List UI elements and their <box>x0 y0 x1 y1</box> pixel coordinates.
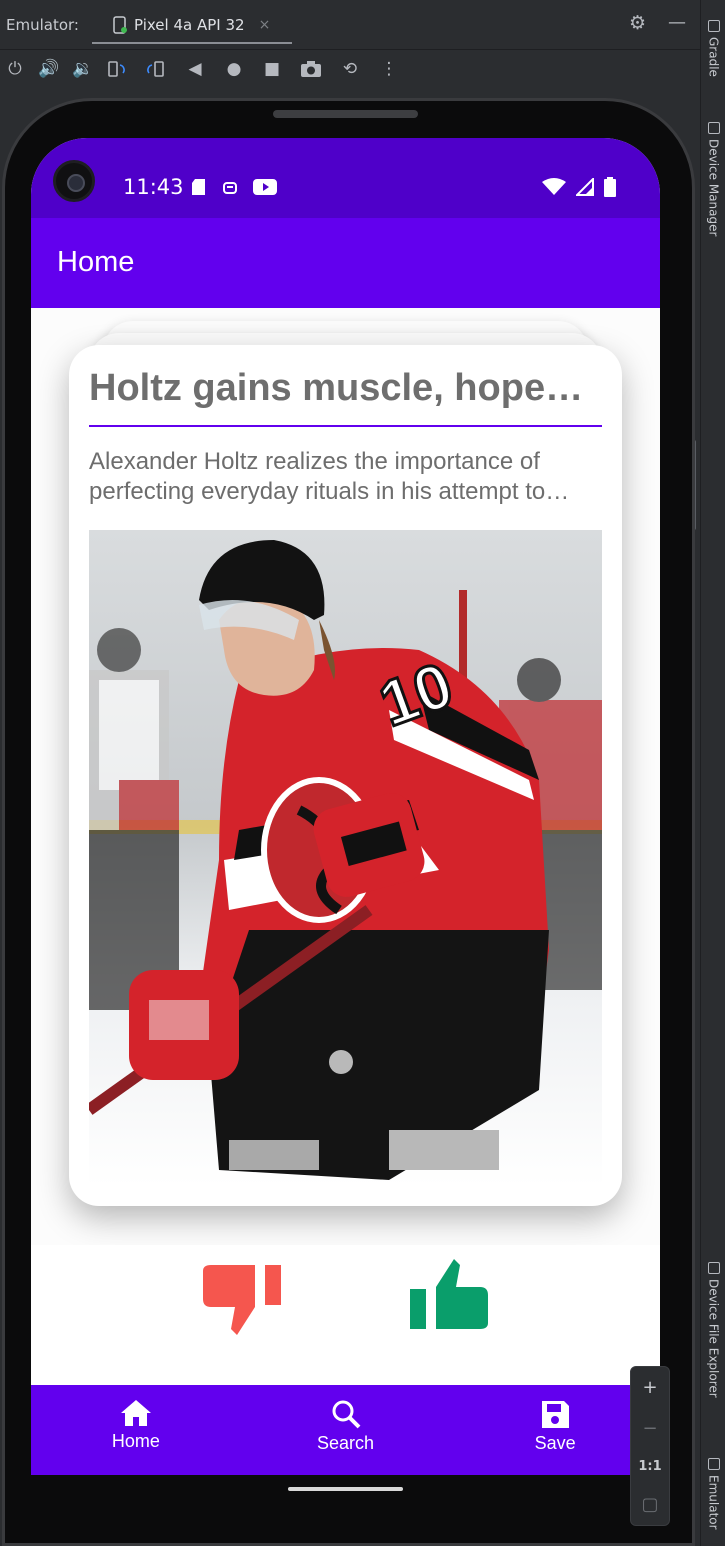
device-tab[interactable]: Pixel 4a API 32 × <box>92 8 292 44</box>
emulator-toolbar: Emulator: Pixel 4a API 32 × ⚙ — <box>0 0 700 50</box>
side-tab-device-manager[interactable]: Device Manager <box>701 122 725 236</box>
side-tab-emulator[interactable]: Emulator <box>701 1458 725 1530</box>
youtube-icon <box>253 179 277 195</box>
bottom-navigation: Home Search Save <box>31 1385 660 1475</box>
notification-icons <box>191 178 277 196</box>
side-tab-device-file-explorer[interactable]: Device File Explorer <box>701 1262 725 1398</box>
emulator-controls: ⏻ 🔊 🔉 ◀ ● ■ ⟲ ⋮ <box>0 50 700 88</box>
like-button[interactable] <box>406 1253 490 1337</box>
nav-home[interactable]: Home <box>31 1385 241 1475</box>
news-card[interactable]: Holtz gains muscle, hopes to make impact… <box>69 345 622 1206</box>
hockey-player-photo: 10 <box>89 530 602 1186</box>
side-tab-label: Device Manager <box>706 139 721 237</box>
side-tab-label: Gradle <box>706 37 721 77</box>
speaker-grille <box>273 110 418 118</box>
thumbs-up-icon <box>410 1259 488 1329</box>
device-file-explorer-icon <box>707 1262 720 1274</box>
more-options-icon[interactable]: ⋮ <box>378 58 400 80</box>
device-tab-label: Pixel 4a API 32 <box>134 16 245 34</box>
fit-screen-icon[interactable]: ▢ <box>641 1494 658 1515</box>
nav-save[interactable]: Save <box>450 1385 660 1475</box>
thumbs-down-icon <box>203 1265 281 1335</box>
home-icon <box>120 1400 151 1426</box>
article-image: 10 <box>89 530 602 1186</box>
title-divider <box>89 425 602 427</box>
status-bar: 11:43 <box>31 138 660 218</box>
zoom-in-button[interactable]: + <box>642 1377 657 1398</box>
power-icon[interactable]: ⏻ <box>4 58 26 80</box>
card-description: Alexander Holtz realizes the importance … <box>89 448 546 505</box>
nav-search[interactable]: Search <box>241 1385 451 1475</box>
zoom-out-button[interactable]: − <box>642 1418 657 1439</box>
nav-label: Home <box>111 1431 160 1451</box>
front-camera <box>53 160 95 202</box>
device-manager-icon <box>707 122 720 134</box>
home-button-icon[interactable]: ● <box>223 58 245 80</box>
battery-icon <box>604 177 616 197</box>
zoom-controls: + − 1:1 ▢ <box>630 1366 670 1526</box>
device-icon <box>113 16 127 34</box>
camera-icon[interactable] <box>300 58 322 80</box>
minimize-icon[interactable]: — <box>668 12 686 33</box>
save-icon <box>542 1401 570 1428</box>
vote-actions <box>31 1245 660 1385</box>
device-screen: 11:43 Home Holtz gains muscle, hopes to … <box>31 138 660 1475</box>
top-app-bar: Home <box>31 218 660 308</box>
card-title: Holtz gains muscle, hopes to make impact… <box>89 367 601 409</box>
zoom-ratio-button[interactable]: 1:1 <box>638 1459 661 1474</box>
nav-label: Search <box>316 1433 375 1453</box>
gear-icon[interactable]: ⚙ <box>629 12 649 34</box>
overview-icon[interactable]: ■ <box>261 58 283 80</box>
sd-card-icon <box>192 179 205 195</box>
android-debug-icon <box>223 182 237 194</box>
signal-icon <box>576 178 594 196</box>
side-tab-label: Emulator <box>706 1475 721 1530</box>
page-title: Home <box>57 246 135 278</box>
swipe-area: Holtz gains muscle, hopes to make impact… <box>31 308 660 1385</box>
wifi-icon <box>542 178 566 195</box>
dislike-button[interactable] <box>201 1257 285 1341</box>
side-tab-label: Device File Explorer <box>706 1279 721 1398</box>
nav-label: Save <box>534 1433 576 1453</box>
rotate-left-icon[interactable] <box>106 58 128 80</box>
rotate-right-icon[interactable] <box>144 58 166 80</box>
status-time: 11:43 <box>123 175 184 199</box>
volume-down-icon[interactable]: 🔉 <box>72 58 94 80</box>
side-tab-gradle[interactable]: Gradle <box>701 20 725 77</box>
close-tab-icon[interactable]: × <box>259 17 271 33</box>
emulator-label: Emulator: <box>6 16 79 34</box>
emulator-icon <box>707 1458 720 1470</box>
snapshot-icon[interactable]: ⟲ <box>339 58 361 80</box>
gesture-handle[interactable] <box>288 1487 403 1491</box>
system-icons <box>542 177 616 197</box>
back-icon[interactable]: ◀ <box>184 58 206 80</box>
gradle-icon <box>707 20 720 32</box>
tool-window-strip: Gradle Device Manager Device File Explor… <box>700 0 725 1546</box>
search-icon <box>332 1400 360 1429</box>
volume-up-icon[interactable]: 🔊 <box>38 58 60 80</box>
